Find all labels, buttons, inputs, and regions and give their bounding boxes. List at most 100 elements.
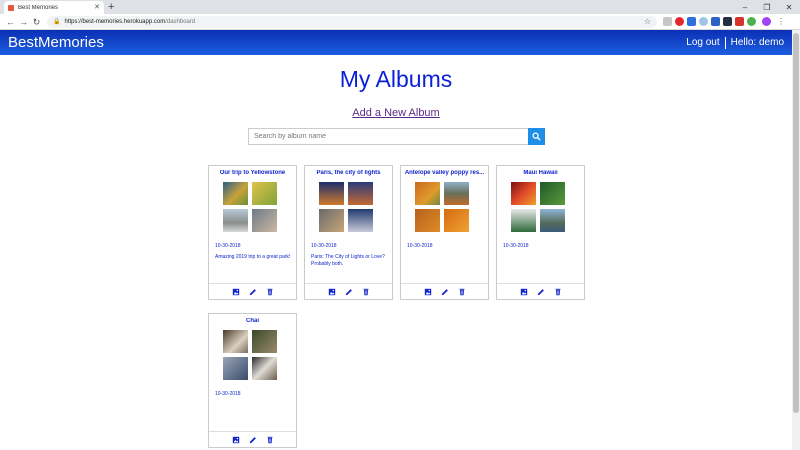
album-title[interactable]: Our trip to Yellowstone xyxy=(209,170,296,176)
album-photo-thumbnail[interactable] xyxy=(511,209,536,232)
album-photo-thumbnail[interactable] xyxy=(444,182,469,205)
extension-icon[interactable] xyxy=(687,17,696,26)
trash-icon xyxy=(267,288,272,295)
view-album-button[interactable] xyxy=(328,288,336,296)
photo-album-icon xyxy=(232,436,239,443)
album-photo-thumbnail[interactable] xyxy=(348,209,373,232)
trash-icon xyxy=(267,436,272,443)
browser-menu-icon[interactable]: ⋮ xyxy=(777,17,785,26)
album-photo-thumbnail[interactable] xyxy=(223,209,248,232)
app-navbar: BestMemories Log out Hello: demo xyxy=(0,30,792,55)
extension-icon[interactable] xyxy=(735,17,744,26)
album-actions xyxy=(305,283,392,299)
tab-title: Best Memories xyxy=(18,4,59,11)
view-album-button[interactable] xyxy=(232,288,240,296)
pencil-icon xyxy=(441,288,448,295)
album-title[interactable]: Antelope valley poppy res... xyxy=(401,170,488,176)
brand-logo[interactable]: BestMemories xyxy=(8,34,104,51)
album-photo-thumbnail[interactable] xyxy=(252,330,277,353)
view-album-button[interactable] xyxy=(520,288,528,296)
trash-icon xyxy=(459,288,464,295)
extension-icon[interactable] xyxy=(675,17,684,26)
new-tab-button[interactable]: + xyxy=(108,1,114,13)
page-scrollbar[interactable] xyxy=(792,30,800,450)
url-path: /dashboard xyxy=(165,18,196,25)
restore-button[interactable]: ❐ xyxy=(756,0,778,14)
album-card[interactable]: Antelope valley poppy res... 10-30-2018 xyxy=(400,165,489,300)
album-photo-thumbnail[interactable] xyxy=(348,182,373,205)
logout-link[interactable]: Log out xyxy=(686,37,719,48)
delete-album-button[interactable] xyxy=(458,288,466,296)
album-photo-thumbnail[interactable] xyxy=(319,182,344,205)
view-album-button[interactable] xyxy=(424,288,432,296)
trash-icon xyxy=(555,288,560,295)
extension-icon[interactable] xyxy=(747,17,756,26)
album-photo-thumbnail[interactable] xyxy=(415,182,440,205)
album-photo-thumbnail[interactable] xyxy=(319,209,344,232)
bookmark-star-icon[interactable]: ☆ xyxy=(644,17,651,26)
edit-album-button[interactable] xyxy=(249,288,257,296)
album-thumbnails xyxy=(223,182,279,232)
user-greeting: Hello: demo xyxy=(730,37,784,48)
album-card[interactable]: Our trip to Yellowstone 10-30-2018 Amazing… xyxy=(208,165,297,300)
album-photo-thumbnail[interactable] xyxy=(252,182,277,205)
browser-tab[interactable]: Best Memories ✕ xyxy=(4,1,104,14)
album-card[interactable]: Chai 10-30-2018 xyxy=(208,313,297,448)
album-photo-thumbnail[interactable] xyxy=(540,182,565,205)
photo-album-icon xyxy=(328,288,335,295)
close-window-button[interactable]: ✕ xyxy=(778,0,800,14)
delete-album-button[interactable] xyxy=(362,288,370,296)
album-photo-thumbnail[interactable] xyxy=(252,209,277,232)
back-button[interactable]: ← xyxy=(4,16,17,28)
scrollbar-thumb[interactable] xyxy=(793,33,799,413)
album-title[interactable]: Paris, the city of lights xyxy=(305,170,392,176)
add-album-link: Add a New Album xyxy=(0,107,792,119)
add-album-link-text[interactable]: Add a New Album xyxy=(352,107,439,119)
album-photo-thumbnail[interactable] xyxy=(444,209,469,232)
extension-icon[interactable] xyxy=(663,17,672,26)
page-title: My Albums xyxy=(339,66,453,92)
window-controls: – ❐ ✕ xyxy=(734,0,800,14)
pencil-icon xyxy=(345,288,352,295)
extension-icon[interactable] xyxy=(711,17,720,26)
search-input[interactable] xyxy=(248,128,528,145)
reload-button[interactable]: ↻ xyxy=(30,16,43,28)
album-photo-thumbnail[interactable] xyxy=(223,330,248,353)
edit-album-button[interactable] xyxy=(249,436,257,444)
photo-album-icon xyxy=(520,288,527,295)
tab-close-icon[interactable]: ✕ xyxy=(94,4,100,11)
album-photo-thumbnail[interactable] xyxy=(540,209,565,232)
delete-album-button[interactable] xyxy=(266,288,274,296)
album-photo-thumbnail[interactable] xyxy=(252,357,277,380)
album-photo-thumbnail[interactable] xyxy=(223,182,248,205)
album-card[interactable]: Paris, the city of lights 10-30-2018 Paris… xyxy=(304,165,393,300)
forward-button[interactable]: → xyxy=(17,16,30,28)
edit-album-button[interactable] xyxy=(441,288,449,296)
album-title[interactable]: Chai xyxy=(209,318,296,324)
profile-avatar[interactable] xyxy=(762,17,771,26)
view-album-button[interactable] xyxy=(232,436,240,444)
search-button[interactable] xyxy=(528,128,545,145)
delete-album-button[interactable] xyxy=(554,288,562,296)
album-card[interactable]: Maui Hawaii 10-30-2018 xyxy=(496,165,585,300)
address-bar[interactable]: 🔒 https://best-memories.herokuapp.com /d… xyxy=(47,15,657,28)
delete-album-button[interactable] xyxy=(266,436,274,444)
trash-icon xyxy=(363,288,368,295)
edit-album-button[interactable] xyxy=(345,288,353,296)
search-icon xyxy=(532,132,541,141)
album-photo-thumbnail[interactable] xyxy=(511,182,536,205)
browser-tabstrip: Best Memories ✕ + – ❐ ✕ xyxy=(0,0,800,14)
album-date: 10-30-2018 xyxy=(407,243,433,249)
album-description: Paris: The City of Lights or Love? Proba… xyxy=(311,254,385,267)
album-actions xyxy=(497,283,584,299)
url-host: https://best-memories.herokuapp.com xyxy=(64,18,166,25)
album-actions xyxy=(209,283,296,299)
minimize-button[interactable]: – xyxy=(734,0,756,14)
album-title[interactable]: Maui Hawaii xyxy=(497,170,584,176)
album-photo-thumbnail[interactable] xyxy=(223,357,248,380)
extension-icon[interactable] xyxy=(723,17,732,26)
album-date: 10-30-2018 xyxy=(215,243,241,249)
edit-album-button[interactable] xyxy=(537,288,545,296)
extension-icon[interactable] xyxy=(699,17,708,26)
album-photo-thumbnail[interactable] xyxy=(415,209,440,232)
